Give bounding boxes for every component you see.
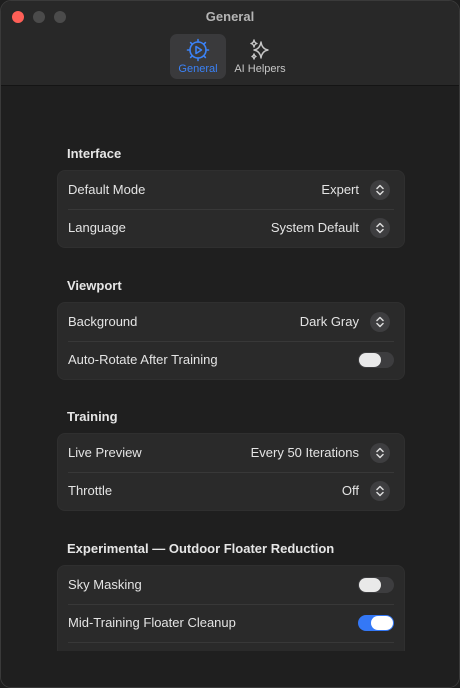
- settings-content[interactable]: Interface Default Mode Expert Language S…: [1, 86, 459, 652]
- tab-general[interactable]: General: [170, 34, 226, 79]
- section-title-interface: Interface: [67, 146, 122, 161]
- background-row[interactable]: Background Dark Gray: [58, 303, 404, 341]
- sky-masking-label: Sky Masking: [68, 577, 142, 592]
- auto-rotate-toggle[interactable]: [358, 352, 394, 368]
- language-chevron-updown-icon[interactable]: [370, 218, 390, 238]
- sky-masking-toggle[interactable]: [358, 577, 394, 593]
- default-mode-label: Default Mode: [68, 182, 146, 197]
- auto-rotate-row: Auto-Rotate After Training: [58, 341, 404, 379]
- tab-ai-helpers-label: AI Helpers: [234, 63, 286, 75]
- language-label: Language: [68, 220, 126, 235]
- language-value[interactable]: System Default: [271, 220, 359, 235]
- background-label: Background: [68, 314, 138, 329]
- window-footer: [1, 651, 459, 687]
- throttle-value[interactable]: Off: [342, 483, 359, 498]
- tab-general-label: General: [178, 63, 218, 75]
- section-title-viewport: Viewport: [67, 278, 122, 293]
- live-preview-chevron-updown-icon[interactable]: [370, 443, 390, 463]
- throttle-label: Throttle: [68, 483, 113, 498]
- floater-cleanup-toggle[interactable]: [358, 615, 394, 631]
- background-value[interactable]: Dark Gray: [300, 314, 359, 329]
- floater-cleanup-label: Mid-Training Floater Cleanup: [68, 615, 236, 630]
- toggle-knob: [359, 353, 381, 367]
- interface-group: Default Mode Expert Language System Defa…: [57, 170, 405, 248]
- experimental-group: Sky Masking Mid-Training Floater Cleanup: [57, 565, 405, 652]
- window-title: General: [205, 9, 255, 24]
- title-bar: General General AI Helpers: [1, 1, 459, 86]
- throttle-chevron-updown-icon[interactable]: [370, 481, 390, 501]
- throttle-row[interactable]: Throttle Off: [58, 472, 404, 510]
- training-group: Live Preview Every 50 Iterations Throttl…: [57, 433, 405, 511]
- default-mode-value[interactable]: Expert: [321, 182, 359, 197]
- live-preview-value[interactable]: Every 50 Iterations: [251, 445, 359, 460]
- settings-window: General General AI Helpers Interface Def…: [0, 0, 460, 688]
- toggle-knob: [359, 578, 381, 592]
- floater-cleanup-row: Mid-Training Floater Cleanup: [58, 604, 404, 642]
- section-title-training: Training: [67, 409, 118, 424]
- tab-ai-helpers[interactable]: AI Helpers: [229, 34, 291, 79]
- sky-masking-row: Sky Masking: [58, 566, 404, 604]
- section-title-experimental: Experimental — Outdoor Floater Reduction: [67, 541, 335, 556]
- live-preview-label: Live Preview: [68, 445, 142, 460]
- sparkles-icon: [247, 37, 273, 63]
- auto-rotate-label: Auto-Rotate After Training: [68, 352, 218, 367]
- language-row[interactable]: Language System Default: [58, 209, 404, 247]
- background-chevron-updown-icon[interactable]: [370, 312, 390, 332]
- gear-icon: [185, 37, 211, 63]
- viewport-group: Background Dark Gray Auto-Rotate After T…: [57, 302, 405, 380]
- toggle-knob: [371, 616, 393, 630]
- live-preview-row[interactable]: Live Preview Every 50 Iterations: [58, 434, 404, 472]
- default-mode-chevron-updown-icon[interactable]: [370, 180, 390, 200]
- default-mode-row[interactable]: Default Mode Expert: [58, 171, 404, 209]
